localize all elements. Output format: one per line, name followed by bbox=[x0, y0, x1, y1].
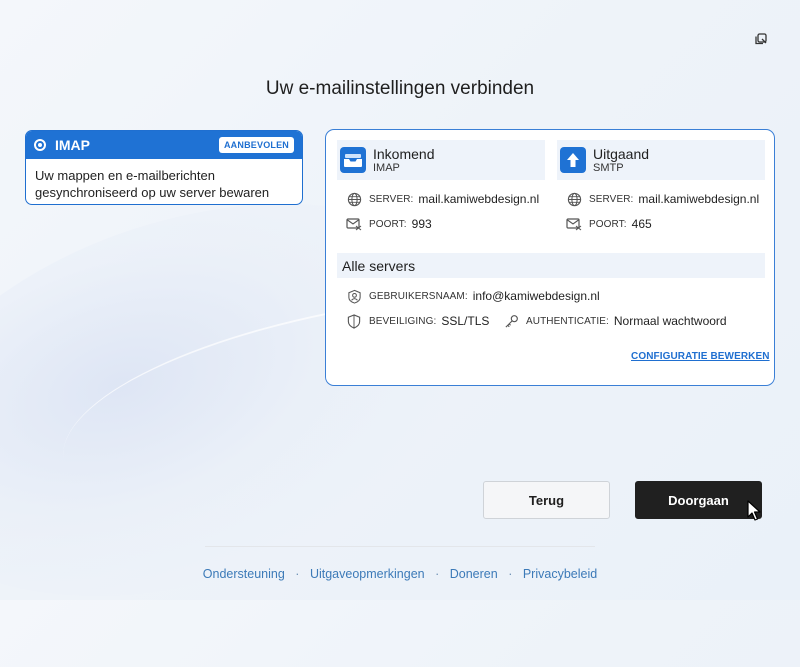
footer-separator: · bbox=[435, 567, 440, 581]
globe-icon bbox=[566, 191, 582, 207]
footer-separator: · bbox=[508, 567, 513, 581]
back-button[interactable]: Terug bbox=[483, 481, 610, 519]
edit-configuration-link[interactable]: CONFIGURATIE BEWERKEN bbox=[631, 351, 770, 362]
outgoing-header: Uitgaand SMTP bbox=[557, 140, 765, 180]
all-servers-header: Alle servers bbox=[337, 253, 765, 278]
imap-option-description: Uw mappen en e-mailberichten gesynchroni… bbox=[26, 159, 302, 204]
inbox-tray-icon bbox=[340, 147, 366, 173]
authentication-value: Normaal wachtwoord bbox=[613, 314, 727, 328]
network-port-icon bbox=[566, 216, 582, 232]
incoming-server-value: mail.kamiwebdesign.nl bbox=[418, 192, 540, 206]
shield-icon bbox=[346, 313, 362, 329]
imap-option-label: IMAP bbox=[55, 137, 90, 153]
security-row: BEVEILIGING: SSL/TLS bbox=[346, 313, 489, 329]
page-title: Uw e-mailinstellingen verbinden bbox=[265, 78, 535, 99]
user-icon bbox=[346, 288, 362, 304]
outgoing-title: Uitgaand bbox=[593, 145, 650, 162]
restore-window-icon[interactable] bbox=[753, 31, 769, 47]
imap-radio-button[interactable] bbox=[34, 139, 46, 151]
incoming-server-row: SERVER: mail.kamiwebdesign.nl bbox=[346, 191, 539, 207]
authentication-label: AUTHENTICATIE: bbox=[526, 315, 609, 327]
security-label: BEVEILIGING: bbox=[369, 315, 437, 327]
footer-links: Ondersteuning · Uitgaveopmerkingen · Don… bbox=[0, 567, 800, 581]
imap-option-card[interactable]: IMAP AANBEVOLEN Uw mappen en e-mailberic… bbox=[25, 130, 303, 205]
imap-option-header[interactable]: IMAP AANBEVOLEN bbox=[26, 131, 302, 159]
release-notes-link[interactable]: Uitgaveopmerkingen bbox=[310, 567, 425, 581]
incoming-server-label: SERVER: bbox=[369, 193, 414, 205]
continue-button[interactable]: Doorgaan bbox=[635, 481, 762, 519]
support-link[interactable]: Ondersteuning bbox=[203, 567, 285, 581]
outgoing-protocol: SMTP bbox=[593, 161, 624, 174]
incoming-port-row: POORT: 993 bbox=[346, 216, 432, 232]
imap-description-line-1: Uw mappen en e-mailberichten bbox=[35, 168, 215, 183]
recommended-badge: AANBEVOLEN bbox=[218, 137, 294, 153]
incoming-title: Inkomend bbox=[373, 145, 435, 162]
mouse-cursor-icon bbox=[747, 500, 761, 521]
upload-arrow-icon bbox=[560, 147, 586, 173]
outgoing-server-value: mail.kamiwebdesign.nl bbox=[638, 192, 760, 206]
outgoing-port-label: POORT: bbox=[589, 218, 627, 230]
footer-divider bbox=[205, 546, 595, 547]
username-label: GEBRUIKERSNAAM: bbox=[369, 290, 468, 302]
key-icon bbox=[503, 313, 519, 329]
outgoing-port-row: POORT: 465 bbox=[566, 216, 652, 232]
username-row: GEBRUIKERSNAAM: info@kamiwebdesign.nl bbox=[346, 288, 600, 304]
outgoing-server-label: SERVER: bbox=[589, 193, 634, 205]
outgoing-port-value: 465 bbox=[631, 217, 652, 231]
authentication-row: AUTHENTICATIE: Normaal wachtwoord bbox=[503, 313, 727, 329]
incoming-port-value: 993 bbox=[411, 217, 432, 231]
network-port-icon bbox=[346, 216, 362, 232]
incoming-header: Inkomend IMAP bbox=[337, 140, 545, 180]
donate-link[interactable]: Doneren bbox=[450, 567, 498, 581]
outgoing-server-row: SERVER: mail.kamiwebdesign.nl bbox=[566, 191, 759, 207]
username-value: info@kamiwebdesign.nl bbox=[472, 289, 600, 303]
incoming-port-label: POORT: bbox=[369, 218, 407, 230]
security-value: SSL/TLS bbox=[441, 314, 490, 328]
incoming-protocol: IMAP bbox=[373, 161, 400, 174]
privacy-policy-link[interactable]: Privacybeleid bbox=[523, 567, 597, 581]
globe-icon bbox=[346, 191, 362, 207]
imap-description-line-2: gesynchroniseerd op uw server bewaren bbox=[35, 185, 270, 200]
footer-separator: · bbox=[295, 567, 300, 581]
